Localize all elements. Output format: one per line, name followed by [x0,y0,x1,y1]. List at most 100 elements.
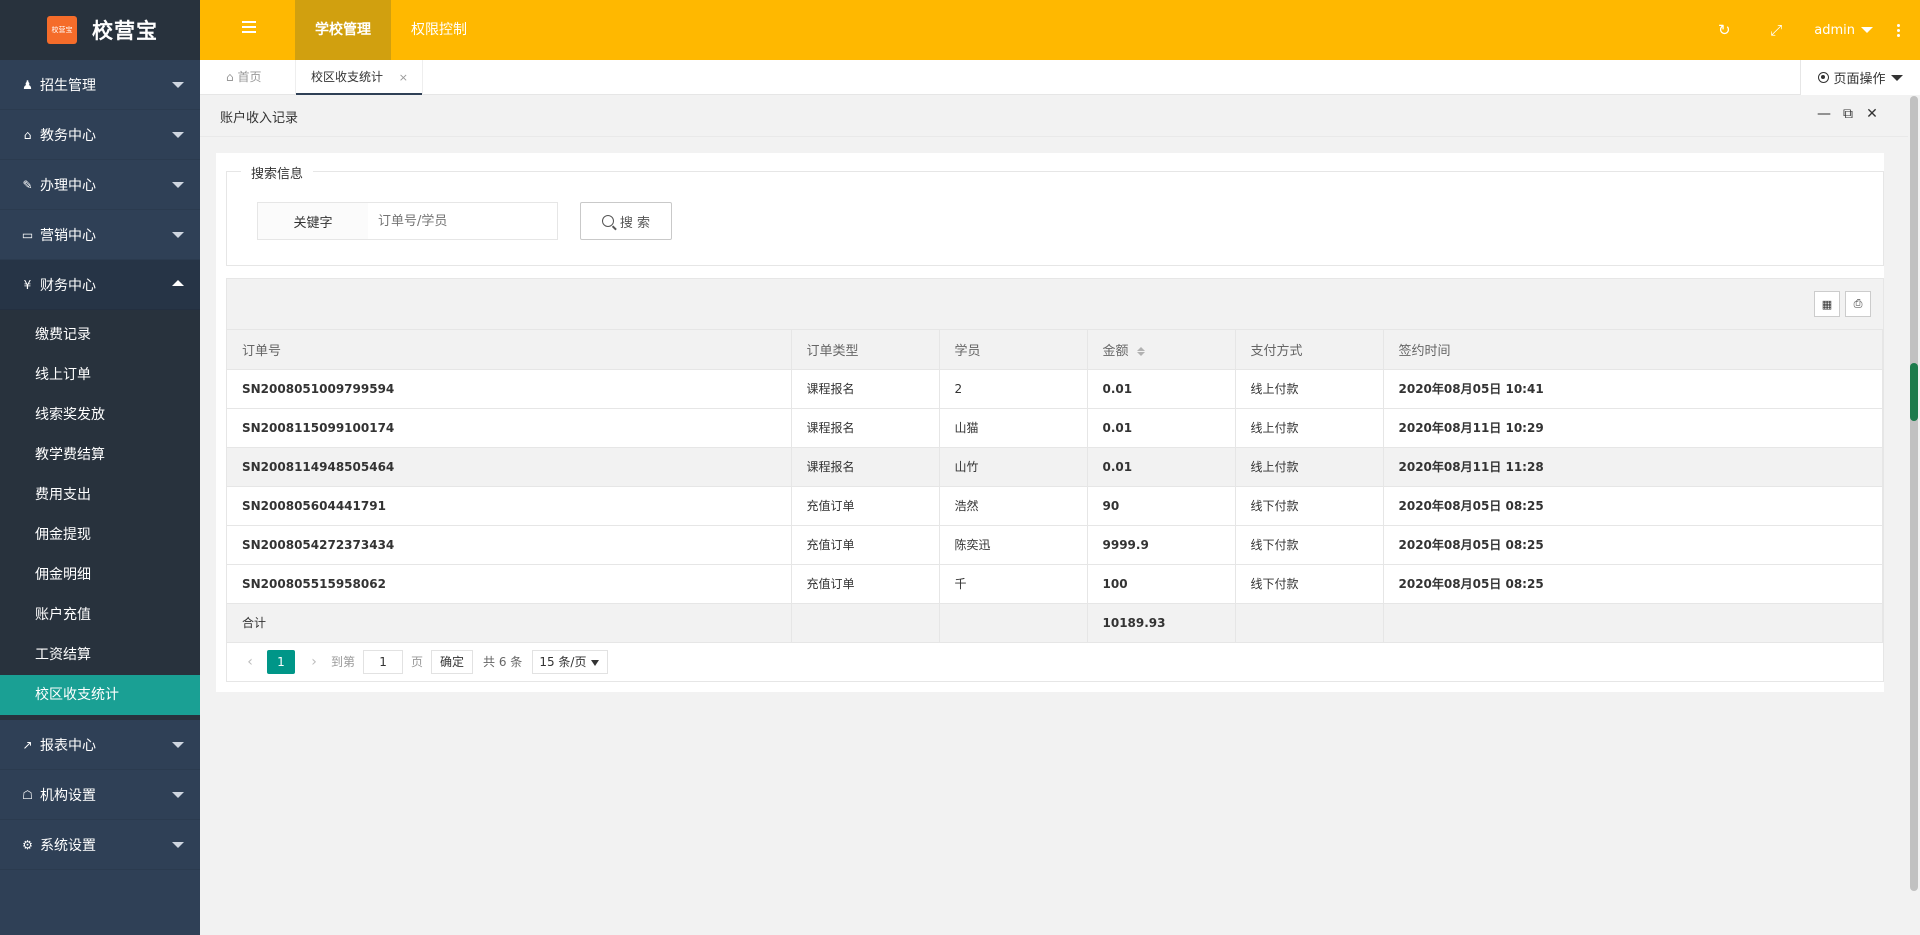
cell-student: 陈奕迅 [939,525,1088,565]
sidebar-group-label: 办理中心 [40,177,96,194]
table-row[interactable]: SN2008114948505464 课程报名 山竹 0.01 线上付款 202… [227,447,1883,487]
prev-page-icon[interactable]: ‹ [241,654,259,670]
sidebar-item-lead-bonus[interactable]: 线索奖发放 [0,395,200,435]
tab-home[interactable]: ⌂ 首页 [226,60,261,95]
export-icon[interactable]: ⎙ [1845,291,1871,317]
search-button[interactable]: 搜 索 [580,202,672,240]
logo-text: 校营宝 [92,19,158,43]
maximize-icon[interactable]: ⧉ [1836,106,1860,122]
tab-bar: ⌂ 首页 校区收支统计 × 页面操作 [200,60,1920,95]
cell-student: 山猫 [939,408,1088,448]
logo[interactable]: 校营宝 校营宝 [0,0,200,60]
sidebar-group-label: 报表中心 [40,737,96,754]
sidebar-item-commission-withdraw[interactable]: 佣金提现 [0,515,200,555]
table-total-row: 合计 10189.93 [227,603,1883,643]
user-menu[interactable]: admin [1802,23,1888,38]
table-row[interactable]: SN2008054272373434 充值订单 陈奕迅 9999.9 线下付款 … [227,525,1883,565]
next-page-icon[interactable]: › [305,654,323,670]
cell-payment-method: 线下付款 [1235,525,1384,565]
cell-sign-time: 2020年08月05日 08:25 [1383,486,1883,526]
chevron-down-icon [172,232,184,238]
page-scrollbar[interactable] [1908,96,1920,935]
window-controls: — ⧉ ✕ [1812,106,1884,122]
cell-payment-method: 线下付款 [1235,486,1384,526]
refresh-icon[interactable]: ↻ [1698,0,1750,60]
tab-home-label: 首页 [237,70,262,84]
sidebar-item-commission-detail[interactable]: 佣金明细 [0,555,200,595]
close-icon[interactable]: ✕ [1860,106,1884,122]
column-header-order-no: 订单号 [227,330,792,370]
column-header-order-type: 订单类型 [791,330,940,370]
cell-student: 2 [939,369,1088,409]
page-size-select[interactable]: 15 条/页 [532,649,609,674]
graduation-cap-icon: ⌂ [23,127,32,142]
sidebar-group-institution[interactable]: ☖ 机构设置 [0,770,200,820]
sidebar-item-expenses[interactable]: 费用支出 [0,475,200,515]
column-header-sign-time: 签约时间 [1383,330,1883,370]
page-operations-dropdown[interactable]: 页面操作 [1800,60,1920,95]
columns-filter-icon[interactable]: ▦ [1814,291,1840,317]
sidebar-group-reports[interactable]: ↗ 报表中心 [0,720,200,770]
sidebar-group-processing[interactable]: ✎ 办理中心 [0,160,200,210]
scrollbar-thumb[interactable] [1910,96,1918,891]
column-header-amount[interactable]: 金额 [1087,330,1236,370]
table-header-row: 订单号 订单类型 学员 金额 支付方式 签约时间 [227,330,1883,370]
goto-page-input[interactable] [363,649,404,674]
top-menu-school-management[interactable]: 学校管理 [295,0,391,60]
table-row[interactable]: SN200805515958062 充值订单 千 100 线下付款 2020年0… [227,564,1883,604]
cell-order-type: 课程报名 [791,408,940,448]
header-right: ↻ ⤢ admin [1698,0,1920,60]
hamburger-icon[interactable] [242,21,256,35]
table-row[interactable]: SN200805604441791 充值订单 浩然 90 线下付款 2020年0… [227,486,1883,526]
sidebar-group-system[interactable]: ⚙ 系统设置 [0,820,200,870]
sidebar-item-campus-stats[interactable]: 校区收支统计 [0,675,200,715]
cell-amount: 100 [1087,564,1236,604]
username: admin [1814,22,1855,38]
cell-order-type: 充值订单 [791,525,940,565]
sidebar-item-salary-settlement[interactable]: 工资结算 [0,635,200,675]
total-label: 合计 [227,603,792,643]
sidebar-group-finance[interactable]: ¥ 财务中心 [0,260,200,310]
tab-campus-stats[interactable]: 校区收支统计 × [295,60,423,95]
column-header-payment-method: 支付方式 [1235,330,1384,370]
sidebar-group-marketing[interactable]: ▭ 营销中心 [0,210,200,260]
sidebar-group-enrollment[interactable]: ♟ 招生管理 [0,60,200,110]
goto-confirm-button[interactable]: 确定 [431,649,474,674]
fullscreen-icon[interactable]: ⤢ [1750,0,1802,60]
sidebar: 校营宝 校营宝 ♟ 招生管理 ⌂ 教务中心 ✎ 办理中心 ▭ 营销中心 ¥ 财务… [0,0,200,935]
cell-amount: 0.01 [1087,447,1236,487]
sidebar-group-label: 教务中心 [40,127,96,144]
kebab-icon[interactable] [1888,23,1908,38]
bank-icon: ☖ [22,787,33,802]
sidebar-item-tuition-settlement[interactable]: 教学费结算 [0,435,200,475]
minimize-icon[interactable]: — [1812,106,1836,122]
chevron-down-icon [172,792,184,798]
top-menu-permission-control[interactable]: 权限控制 [391,0,487,60]
sidebar-item-payment-records[interactable]: 缴费记录 [0,315,200,355]
top-header: 学校管理 权限控制 ↻ ⤢ admin [200,0,1920,60]
sidebar-group-academic[interactable]: ⌂ 教务中心 [0,110,200,160]
cell-order-no: SN2008054272373434 [227,525,792,565]
cell-student: 千 [939,564,1088,604]
sort-icon[interactable] [1136,346,1145,357]
sidebar-item-online-orders[interactable]: 线上订单 [0,355,200,395]
cell-payment-method: 线上付款 [1235,447,1384,487]
table-row[interactable]: SN2008051009799594 课程报名 2 0.01 线上付款 2020… [227,369,1883,409]
cell-order-no: SN2008114948505464 [227,447,792,487]
cell-order-type: 课程报名 [791,369,940,409]
scrollbar-marker [1910,363,1918,421]
edit-icon: ✎ [22,177,33,192]
table-row[interactable]: SN2008115099100174 课程报名 山猫 0.01 线上付款 202… [227,408,1883,448]
current-page[interactable]: 1 [267,649,295,674]
keyword-input[interactable] [368,202,558,240]
close-icon[interactable]: × [399,60,408,95]
content-card: 搜索信息 关键字 搜 索 ▦ ⎙ 订单号 订单类型 [216,153,1884,692]
page-size-value: 15 条/页 [539,655,587,669]
cell-amount: 9999.9 [1087,525,1236,565]
cell-order-no: SN2008051009799594 [227,369,792,409]
sidebar-item-account-recharge[interactable]: 账户充值 [0,595,200,635]
cell-payment-method: 线下付款 [1235,564,1384,604]
cell-order-type: 充值订单 [791,486,940,526]
amount-header-label: 金额 [1102,343,1129,359]
total-count: 共 6 条 [483,655,523,669]
